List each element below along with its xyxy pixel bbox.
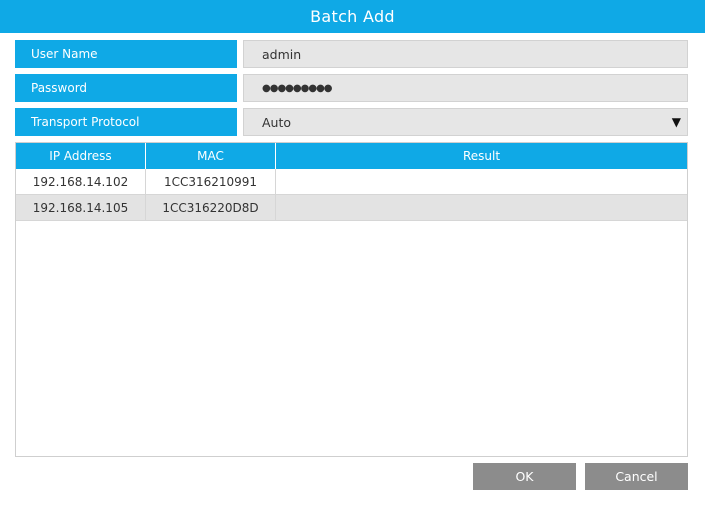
cell-result — [275, 194, 687, 221]
dropdown-arrow-icon[interactable]: ▼ — [672, 115, 681, 129]
transport-protocol-label: Transport Protocol — [15, 108, 237, 136]
cell-ip: 192.168.14.102 — [16, 169, 146, 195]
transport-protocol-select[interactable]: Auto ▼ — [243, 108, 688, 136]
password-input[interactable]: ●●●●●●●●● — [262, 83, 333, 94]
ok-button[interactable]: OK — [473, 463, 576, 490]
table-row[interactable]: 192.168.14.105 1CC316220D8D — [16, 194, 687, 221]
username-input[interactable] — [262, 46, 687, 62]
cell-ip: 192.168.14.105 — [16, 194, 146, 221]
cell-mac: 1CC316220D8D — [145, 194, 276, 221]
dialog-title-bar: Batch Add — [0, 0, 705, 33]
username-label: User Name — [15, 40, 237, 68]
username-field-box[interactable] — [243, 40, 688, 68]
cell-mac: 1CC316210991 — [145, 169, 276, 195]
header-mac[interactable]: MAC — [145, 143, 276, 169]
table-row[interactable]: 192.168.14.102 1CC316210991 — [16, 169, 687, 195]
transport-protocol-value: Auto — [262, 114, 292, 130]
password-field-box[interactable]: ●●●●●●●●● — [243, 74, 688, 102]
device-table[interactable]: IP Address MAC Result 192.168.14.102 1CC… — [15, 142, 688, 457]
cancel-button[interactable]: Cancel — [585, 463, 688, 490]
header-result[interactable]: Result — [275, 143, 687, 169]
password-label: Password — [15, 74, 237, 102]
table-header-row: IP Address MAC Result — [16, 143, 687, 169]
dialog-title: Batch Add — [310, 7, 395, 26]
cell-result — [275, 169, 687, 195]
header-ip-address[interactable]: IP Address — [16, 143, 146, 169]
